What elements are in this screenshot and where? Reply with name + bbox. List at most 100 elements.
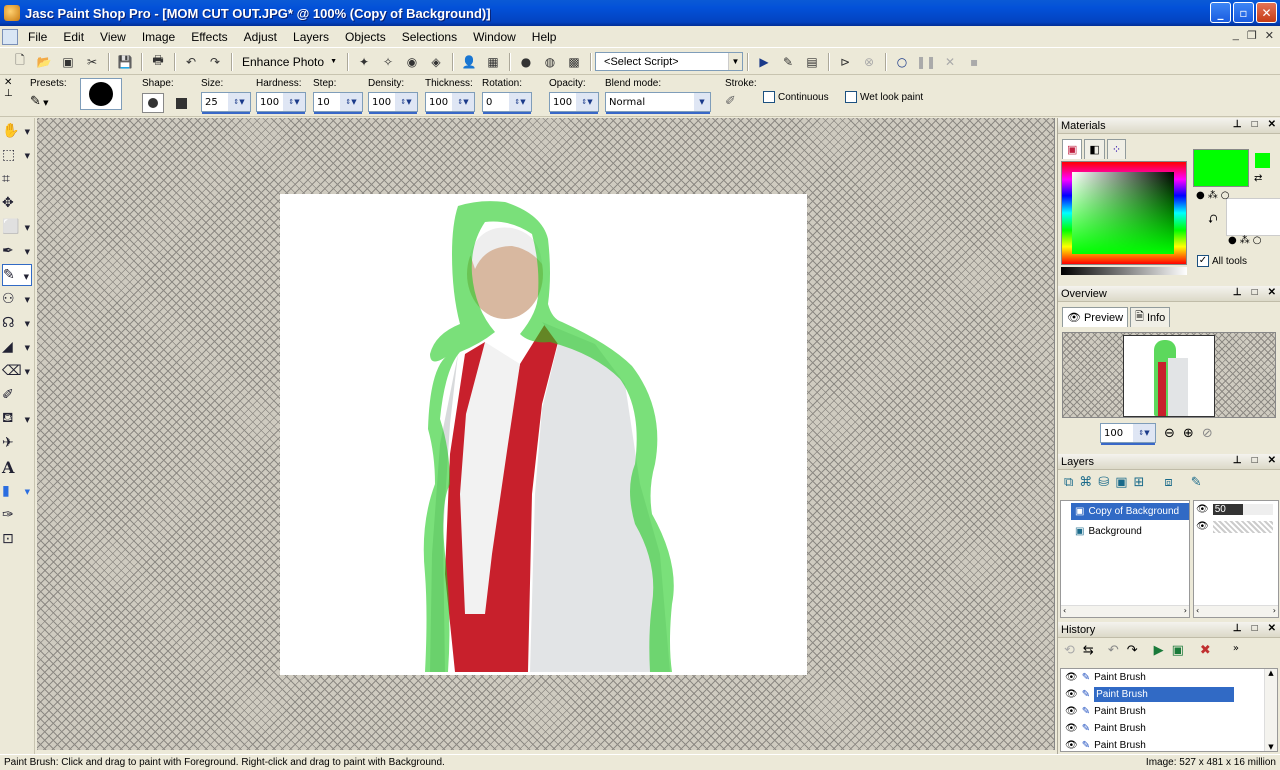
rotation-input[interactable]: 0 ⇕▼ (482, 92, 532, 114)
swap-arrow-icon[interactable]: ⮏ (1208, 210, 1218, 231)
maximize-palette-icon[interactable]: □ (1252, 119, 1258, 130)
layer-props-row[interactable]: 👁 (1194, 518, 1278, 535)
chevron-down-icon[interactable]: ▼ (728, 53, 743, 70)
menu-objects[interactable]: Objects (337, 26, 394, 48)
retouch-tool-icon[interactable]: ☊ ▼ (2, 312, 32, 334)
auto-fix-icon[interactable]: ✧ (378, 52, 398, 72)
image-canvas[interactable] (280, 194, 807, 675)
menu-edit[interactable]: Edit (55, 26, 92, 48)
more-options-icon[interactable]: » (1233, 643, 1239, 658)
picture-tube-icon[interactable]: ✐ (2, 384, 32, 406)
new-mask-layer-icon[interactable]: ▣ (1115, 475, 1127, 490)
close-palette-icon[interactable]: ✕ (1268, 287, 1276, 298)
eye-icon[interactable]: 👁 (1065, 689, 1078, 700)
web-icon[interactable]: ● (516, 52, 536, 72)
move-tool-icon[interactable]: ✥ (2, 192, 32, 214)
enhance-photo-button[interactable]: Enhance Photo ▼ (236, 52, 343, 72)
doc-restore-icon[interactable]: ❐ (1247, 29, 1257, 42)
browse-icon[interactable]: ▣ (58, 52, 78, 72)
air-brush-tool-icon[interactable]: ✈ (2, 432, 32, 454)
zoom-in-icon[interactable]: ⊕ (1183, 426, 1194, 441)
new-art-media-layer-icon[interactable]: ⛁ (1098, 475, 1109, 490)
solid-color-icon[interactable]: ● (1196, 190, 1205, 201)
history-item[interactable]: 👁 ✎ Paint Brush (1061, 686, 1277, 703)
new-raster-layer-icon[interactable]: ⧉ (1064, 475, 1073, 490)
doc-minimize-icon[interactable]: _ (1233, 29, 1239, 42)
maximize-palette-icon[interactable]: □ (1252, 623, 1258, 634)
menu-selections[interactable]: Selections (394, 26, 465, 48)
eye-icon[interactable]: 👁 (1065, 706, 1078, 717)
stroke-icon[interactable]: ✐ (725, 94, 757, 109)
clarify-icon[interactable]: ◈ (426, 52, 446, 72)
menu-view[interactable]: View (92, 26, 134, 48)
marquee-tool-icon[interactable]: ⬜ ▼ (2, 216, 32, 238)
opacity-slider[interactable] (1212, 520, 1273, 533)
save-quickscript-icon[interactable]: ▣ (1172, 643, 1184, 658)
foreground-swatch[interactable] (1193, 149, 1249, 187)
size-input[interactable]: 25 ⇕▼ (201, 92, 251, 114)
portrait-icon[interactable]: 👤 (459, 52, 479, 72)
menu-window[interactable]: Window (465, 26, 524, 48)
tab-preview[interactable]: 👁 Preview (1062, 307, 1129, 327)
solid-color-icon[interactable]: ● (1228, 235, 1237, 246)
paint-brush-tool-icon[interactable]: ✎ ▼ (2, 264, 32, 286)
selection-tool-icon[interactable]: ⬚ ▼ (2, 144, 32, 166)
layer-props-row[interactable]: 👁 50 (1194, 501, 1278, 518)
opacity-input[interactable]: 100 ⇕▼ (549, 92, 599, 114)
layer-row[interactable]: ▣ Background (1071, 523, 1189, 540)
red-eye-icon[interactable]: ◉ (402, 52, 422, 72)
layer-row[interactable]: ▣ Copy of Background (1071, 503, 1189, 520)
picture-frame-icon[interactable]: ▩ (564, 52, 584, 72)
zoom-out-icon[interactable]: ⊖ (1164, 426, 1175, 441)
pin-icon[interactable]: ⊥ (1233, 287, 1242, 298)
eye-icon[interactable]: 👁 (1065, 740, 1078, 751)
undo-to-icon[interactable]: ⟲ (1064, 643, 1075, 658)
presets-dropdown[interactable]: ✎ ▼ (30, 94, 67, 109)
history-item[interactable]: 👁 ✎ Paint Brush (1061, 669, 1277, 686)
new-adjustment-layer-icon[interactable]: ⊞ (1134, 475, 1145, 490)
undo-icon[interactable]: ↶ (1108, 643, 1119, 658)
edit-selection-icon[interactable]: ✎ (1191, 475, 1202, 490)
undo-icon[interactable]: ↶ (181, 52, 201, 72)
clone-brush-tool-icon[interactable]: ⚇ ▼ (2, 288, 32, 310)
tab-rainbow[interactable]: ◧ (1084, 139, 1105, 159)
tab-info[interactable]: 🗎 Info (1130, 307, 1171, 327)
eye-icon[interactable]: 👁 (1065, 723, 1078, 734)
new-vector-layer-icon[interactable]: ⌘ (1079, 475, 1092, 490)
script-select[interactable]: <Select Script> ▼ (595, 52, 744, 71)
square-shape-icon[interactable] (170, 93, 192, 113)
landscape-icon[interactable]: ▦ (483, 52, 503, 72)
step-input[interactable]: 10 ⇕▼ (313, 92, 363, 114)
redo-to-icon[interactable]: ⇆ (1083, 643, 1094, 658)
run-script-icon[interactable]: ▶ (754, 52, 774, 72)
gradient-icon[interactable]: ⁂ (1208, 190, 1218, 201)
minimize-button[interactable]: _ (1210, 2, 1231, 23)
redo-icon[interactable]: ↷ (205, 52, 225, 72)
density-input[interactable]: 100 ⇕▼ (368, 92, 418, 114)
maximize-palette-icon[interactable]: □ (1252, 287, 1258, 298)
blend-mode-select[interactable]: Normal ▼ (605, 92, 711, 114)
redo-icon[interactable]: ↷ (1127, 643, 1138, 658)
history-item[interactable]: 👁 ✎ Paint Brush (1061, 720, 1277, 737)
delete-layer-icon[interactable]: ⧈ (1164, 475, 1172, 490)
close-button[interactable]: ✕ (1256, 2, 1277, 23)
text-tool-icon[interactable]: A (2, 456, 32, 478)
visibility-eye-icon[interactable]: 👁 (1196, 521, 1209, 532)
menu-effects[interactable]: Effects (183, 26, 235, 48)
swap-colors-icon[interactable]: ⇄ (1254, 173, 1262, 184)
pan-tool-icon[interactable]: ✋ ▼ (2, 120, 32, 142)
document-icon[interactable] (2, 28, 18, 45)
scanner-icon[interactable]: ✂ (82, 52, 102, 72)
one-step-fix-icon[interactable]: ✦ (354, 52, 374, 72)
gradient-icon[interactable]: ⁂ (1240, 235, 1250, 246)
brush-tip-preview[interactable] (80, 78, 122, 110)
close-palette-icon[interactable]: ✕ (1268, 119, 1276, 130)
horizontal-scrollbar[interactable]: ‹ › (1194, 605, 1278, 617)
vertical-scrollbar[interactable]: ▲ ▼ (1264, 669, 1277, 751)
zoom-fit-icon[interactable]: ⊘ (1202, 426, 1213, 441)
new-file-icon[interactable]: 🗋 (10, 52, 30, 72)
no-material-icon[interactable]: ○ (1221, 190, 1230, 201)
tab-swatches[interactable]: ⁘ (1106, 139, 1127, 159)
document-canvas[interactable] (37, 118, 1055, 750)
opacity-slider[interactable]: 50 (1212, 504, 1273, 515)
